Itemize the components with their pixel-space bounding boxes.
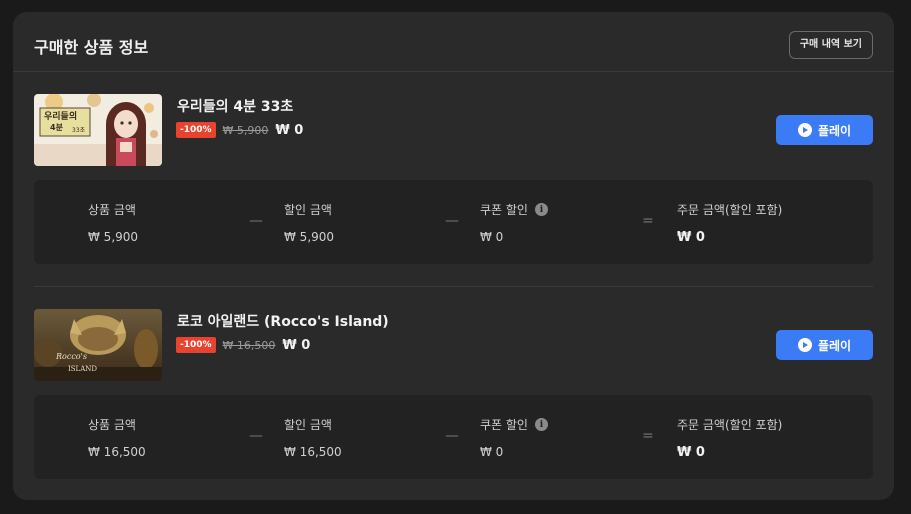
info-icon[interactable]: i	[534, 418, 548, 431]
play-label: 플레이	[817, 338, 852, 353]
purchase-history-button[interactable]: 구매 내역 보기	[788, 31, 873, 59]
product-name[interactable]: 우리들의 4분 33초	[177, 96, 293, 116]
price-row: -100% ₩ 16,500 ₩ 0	[176, 336, 310, 354]
game-cover-icon: 우리들의 4분 33초	[34, 94, 162, 166]
play-icon	[797, 338, 812, 352]
cover-text: 33초	[72, 127, 86, 134]
cover-text: Rocco's	[55, 352, 87, 361]
cover-text: 우리들의	[44, 110, 77, 122]
minus-sign: —	[445, 428, 459, 444]
cover-text: ISLAND	[68, 365, 97, 373]
game-cover-icon: Rocco's ISLAND	[34, 309, 162, 381]
play-label: 플레이	[817, 123, 852, 138]
product-amount-label: 상품 금액	[88, 418, 136, 432]
product-item: 우리들의 4분 33초 우리들의 4분 33초 -100% ₩ 5,900 ₩ …	[34, 94, 873, 264]
product-thumbnail[interactable]: 우리들의 4분 33초	[34, 94, 162, 166]
product-amount-value: ₩ 5,900	[88, 230, 139, 244]
product-amount-value: ₩ 16,500	[88, 445, 146, 459]
equals-sign: =	[642, 213, 654, 229]
final-price: ₩ 0	[282, 337, 311, 353]
order-amount-label: 주문 금액(할인 포함)	[677, 203, 783, 217]
price-row: -100% ₩ 5,900 ₩ 0	[176, 121, 303, 139]
coupon-discount-col: 쿠폰 할인 i ₩ 0	[480, 201, 548, 244]
purchased-products-card: 구매한 상품 정보 구매 내역 보기 우리들의 4분 33초 우리들의 4분 3…	[13, 12, 894, 500]
price-summary: 상품 금액 ₩ 5,900 — 할인 금액 ₩ 5,900 — 쿠폰 할인 i …	[34, 180, 873, 264]
original-price: ₩ 5,900	[222, 123, 269, 137]
product-amount-label: 상품 금액	[88, 203, 136, 217]
minus-sign: —	[445, 213, 459, 229]
page-title: 구매한 상품 정보	[34, 38, 149, 57]
order-amount-col: 주문 금액(할인 포함) ₩ 0	[677, 201, 782, 245]
discount-amount-value: ₩ 16,500	[284, 445, 342, 459]
final-price: ₩ 0	[275, 122, 304, 138]
price-summary: 상품 금액 ₩ 16,500 — 할인 금액 ₩ 16,500 — 쿠폰 할인 …	[34, 395, 873, 479]
cover-text: 4분	[50, 123, 64, 132]
product-thumbnail[interactable]: Rocco's ISLAND	[34, 309, 162, 381]
coupon-discount-value: ₩ 0	[480, 230, 504, 244]
discount-amount-col: 할인 금액 ₩ 5,900	[284, 201, 334, 244]
discount-amount-col: 할인 금액 ₩ 16,500	[284, 416, 342, 459]
original-price: ₩ 16,500	[222, 338, 276, 352]
order-amount-col: 주문 금액(할인 포함) ₩ 0	[677, 416, 782, 460]
play-icon	[797, 123, 812, 137]
coupon-discount-value: ₩ 0	[480, 445, 504, 459]
order-amount-value: ₩ 0	[677, 445, 705, 460]
discount-amount-label: 할인 금액	[284, 418, 332, 432]
product-name[interactable]: 로코 아일랜드 (Rocco's Island)	[177, 311, 389, 331]
discount-badge: -100%	[176, 337, 216, 353]
card-header: 구매한 상품 정보 구매 내역 보기	[13, 12, 894, 72]
info-icon[interactable]: i	[534, 203, 548, 216]
divider	[34, 286, 873, 287]
product-amount-col: 상품 금액 ₩ 16,500	[88, 416, 146, 459]
equals-sign: =	[642, 428, 654, 444]
coupon-discount-label-row: 쿠폰 할인 i	[480, 416, 548, 433]
coupon-discount-label: 쿠폰 할인	[480, 203, 528, 217]
product-item: Rocco's ISLAND 로코 아일랜드 (Rocco's Island) …	[34, 309, 873, 479]
discount-amount-value: ₩ 5,900	[284, 230, 335, 244]
discount-amount-label: 할인 금액	[284, 203, 332, 217]
discount-badge: -100%	[176, 122, 216, 138]
play-button[interactable]: 플레이	[776, 115, 873, 145]
coupon-discount-label-row: 쿠폰 할인 i	[480, 201, 548, 218]
order-amount-value: ₩ 0	[677, 230, 705, 245]
minus-sign: —	[249, 428, 263, 444]
coupon-discount-col: 쿠폰 할인 i ₩ 0	[480, 416, 548, 459]
product-amount-col: 상품 금액 ₩ 5,900	[88, 201, 138, 244]
play-button[interactable]: 플레이	[776, 330, 873, 360]
coupon-discount-label: 쿠폰 할인	[480, 418, 528, 432]
minus-sign: —	[249, 213, 263, 229]
order-amount-label: 주문 금액(할인 포함)	[677, 418, 783, 432]
